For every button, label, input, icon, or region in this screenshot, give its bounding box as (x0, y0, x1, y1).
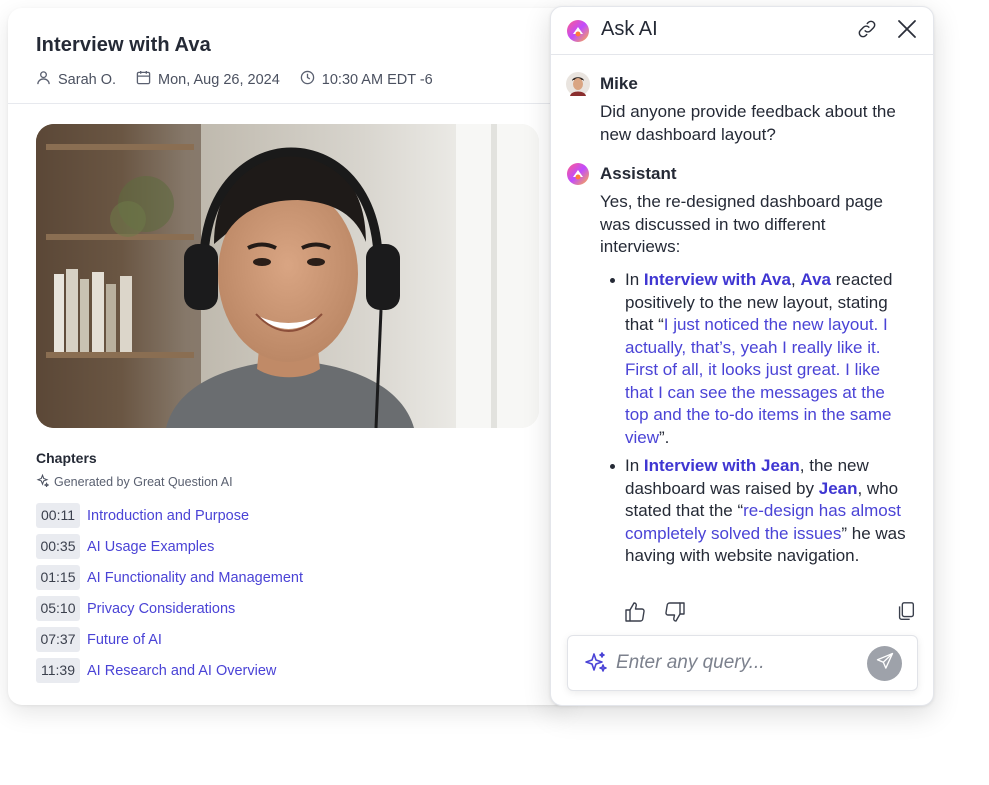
generated-by-note: Generated by Great Question AI (36, 473, 233, 490)
interview-time: 10:30 AM EDT -6 (321, 71, 433, 88)
send-icon (875, 651, 895, 676)
ai-logo-icon (566, 162, 590, 186)
chapter-item[interactable]: 00:35 AI Usage Examples (36, 531, 303, 562)
author-name: Sarah O. (58, 71, 117, 88)
participant-reference-link[interactable]: Ava (800, 270, 831, 289)
interview-date: Mon, Aug 26, 2024 (158, 71, 280, 88)
chapter-timestamp[interactable]: 01:15 (36, 565, 80, 590)
author-name: Mike (600, 74, 638, 93)
send-button[interactable] (867, 646, 902, 681)
clock-icon (300, 70, 322, 89)
sparkle-icon (36, 473, 54, 490)
thumbs-down-button[interactable] (663, 600, 687, 629)
chapter-item[interactable]: 07:37 Future of AI (36, 624, 303, 655)
chapter-timestamp[interactable]: 07:37 (36, 627, 80, 652)
bullet-text: In (625, 270, 644, 289)
query-input-box (567, 635, 918, 691)
chapter-timestamp[interactable]: 11:39 (36, 658, 80, 683)
panel-header: Ask AI (551, 7, 933, 55)
author-name: Assistant (600, 164, 677, 183)
chapter-item[interactable]: 11:39 AI Research and AI Overview (36, 655, 303, 686)
chapter-link[interactable]: Introduction and Purpose (87, 508, 249, 524)
thumbs-down-icon (663, 602, 687, 628)
thumbs-up-button[interactable] (623, 600, 647, 629)
chapter-link[interactable]: AI Functionality and Management (87, 570, 303, 586)
page-title: Interview with Ava (36, 34, 211, 56)
time-meta: 10:30 AM EDT -6 (300, 70, 433, 89)
link-icon (856, 18, 878, 45)
close-button[interactable] (894, 18, 920, 44)
message-text: Did anyone provide feedback about the ne… (600, 102, 896, 144)
chapter-timestamp[interactable]: 00:11 (36, 503, 80, 528)
ask-ai-panel: Ask AI Mike Did anyone provide feedback … (550, 6, 934, 706)
chapter-list: 00:11 Introduction and Purpose 00:35 AI … (36, 500, 303, 686)
message-author: Mike (566, 72, 638, 96)
video-frame-image (36, 124, 539, 428)
bullet-text: In (625, 456, 644, 475)
close-icon (897, 19, 917, 44)
header-divider (8, 103, 568, 104)
answer-bullet: In Interview with Jean, the new dashboar… (608, 455, 913, 568)
chapters-title: Chapters (36, 450, 97, 466)
copy-button[interactable] (895, 600, 917, 627)
user-icon (36, 70, 58, 89)
sparkle-icon (584, 651, 608, 680)
answer-bullets: In Interview with Ava, Ava reacted posit… (608, 269, 913, 574)
thumbs-up-icon (623, 602, 647, 628)
message-text: Yes, the re-designed dashboard page was … (600, 192, 883, 256)
chapter-link[interactable]: Future of AI (87, 632, 162, 648)
author-meta: Sarah O. (36, 70, 116, 89)
participant-reference-link[interactable]: Jean (819, 479, 858, 498)
interview-card: Interview with Ava Sarah O. Mon, Aug 26,… (8, 8, 568, 705)
avatar (566, 72, 590, 96)
chapter-timestamp[interactable]: 00:35 (36, 534, 80, 559)
chapter-item[interactable]: 05:10 Privacy Considerations (36, 593, 303, 624)
ai-logo-icon (566, 19, 590, 48)
chapter-item[interactable]: 01:15 AI Functionality and Management (36, 562, 303, 593)
query-input[interactable] (616, 648, 856, 678)
chapter-link[interactable]: AI Research and AI Overview (87, 663, 276, 679)
interview-meta: Sarah O. Mon, Aug 26, 2024 10:30 AM EDT … (36, 70, 453, 89)
bullet-text: ”. (659, 427, 670, 447)
message-author: Assistant (566, 162, 677, 186)
interview-reference-link[interactable]: Interview with Ava (644, 270, 791, 289)
chapter-link[interactable]: AI Usage Examples (87, 539, 214, 555)
video-player[interactable] (36, 124, 539, 428)
bullet-text: , (790, 270, 801, 289)
copy-icon (895, 602, 917, 626)
calendar-icon (136, 70, 158, 89)
chapter-item[interactable]: 00:11 Introduction and Purpose (36, 500, 303, 531)
copy-link-button[interactable] (854, 18, 880, 44)
chapter-timestamp[interactable]: 05:10 (36, 596, 80, 621)
chapter-link[interactable]: Privacy Considerations (87, 601, 235, 617)
panel-title: Ask AI (601, 18, 658, 40)
generated-by-text: Generated by Great Question AI (54, 475, 233, 489)
interview-reference-link[interactable]: Interview with Jean (644, 456, 800, 475)
answer-bullet: In Interview with Ava, Ava reacted posit… (608, 269, 913, 449)
date-meta: Mon, Aug 26, 2024 (136, 70, 280, 89)
